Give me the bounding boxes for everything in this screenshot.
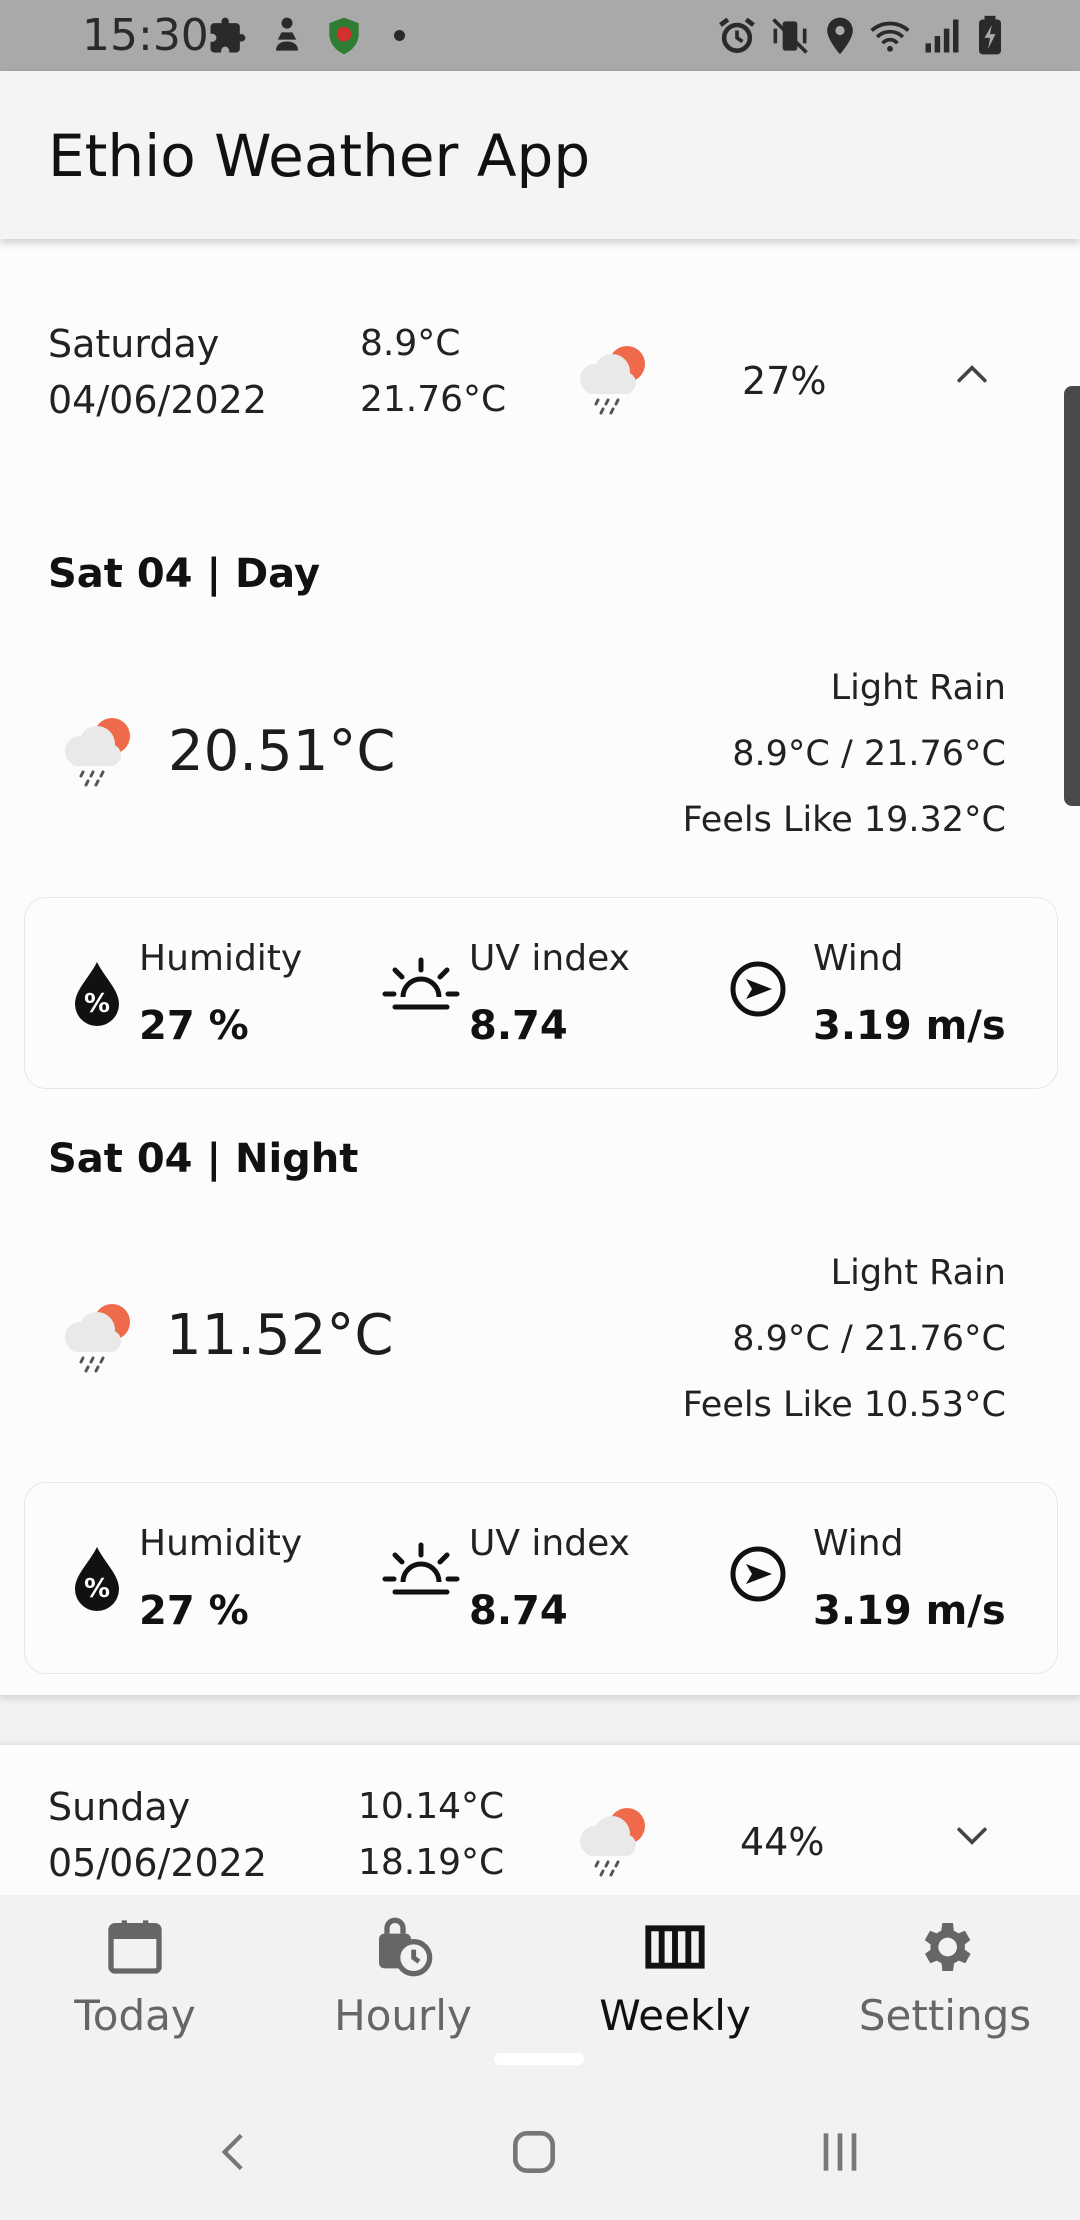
bottom-nav: Today Hourly Weekly Settings [0, 1895, 1080, 2080]
notification-dot-icon [394, 30, 405, 41]
uv-label: UV index [469, 938, 630, 979]
stats-panel-night: % Humidity 27 % UV index 8.74 Wind 3.19 … [24, 1482, 1058, 1674]
period-temp: 20.51°C [168, 719, 396, 784]
puzzle-icon [210, 17, 246, 53]
wind-value: 3.19 m/s [813, 1003, 1006, 1049]
nav-item-hourly[interactable]: Hourly [268, 1915, 538, 2040]
uv-value: 8.74 [469, 1588, 568, 1634]
period-title-night: Sat 04 | Night [48, 1136, 359, 1182]
day-date: 04/06/2022 [48, 378, 268, 422]
humidity-value: 27 % [139, 1003, 249, 1049]
shield-icon [329, 17, 359, 55]
nav-label-today: Today [74, 1991, 196, 2040]
feels-like: Feels Like 19.32°C [682, 800, 1006, 840]
status-bar: 15:30 [0, 0, 1080, 71]
wind-direction-icon [730, 961, 786, 1017]
nav-item-settings[interactable]: Settings [810, 1915, 1080, 2040]
alarm-icon [719, 17, 755, 53]
humidity-label: Humidity [139, 938, 303, 979]
wind-value: 3.19 m/s [813, 1588, 1006, 1634]
chevron-down-icon[interactable] [950, 1813, 994, 1857]
vibrate-mute-icon [772, 18, 808, 54]
rain-cloud-sun-icon [580, 346, 645, 415]
uv-value: 8.74 [469, 1003, 568, 1049]
day-name: Sunday [48, 1785, 191, 1829]
nav-label-settings: Settings [858, 1991, 1032, 2040]
condition-text: Light Rain [830, 668, 1006, 708]
day-card-expanded: Saturday 04/06/2022 8.9°C 21.76°C 27% Sa… [0, 239, 1080, 1695]
temp-range: 8.9°C / 21.76°C [732, 734, 1006, 774]
uv-label: UV index [469, 1523, 630, 1564]
humidity-value: 27 % [139, 1588, 249, 1634]
location-icon [827, 17, 853, 55]
week-columns-icon [645, 1925, 705, 1969]
day-card-header[interactable]: Saturday 04/06/2022 8.9°C 21.76°C 27% [0, 319, 1080, 449]
rain-cloud-sun-icon [65, 718, 130, 787]
day-card-collapsed[interactable]: Sunday 05/06/2022 10.14°C 18.19°C 44% [0, 1745, 1080, 1895]
wifi-icon [870, 21, 910, 52]
wind-label: Wind [813, 1523, 904, 1564]
signal-icon [925, 19, 959, 53]
day-date: 05/06/2022 [48, 1841, 268, 1885]
stats-panel-day: % Humidity 27 % UV index 8.74 Wind 3.19 … [24, 897, 1058, 1089]
day-name: Saturday [48, 322, 220, 366]
meditation-icon [276, 17, 298, 51]
temp-min: 8.9°C [360, 323, 461, 364]
app-title: Ethio Weather App [48, 122, 591, 190]
rain-cloud-sun-icon [580, 1808, 645, 1877]
period-temp: 11.52°C [166, 1303, 394, 1368]
chevron-up-icon[interactable] [950, 353, 994, 397]
period-details: Light Rain 8.9°C / 21.76°C Feels Like 10… [560, 1250, 1006, 1428]
gear-icon [924, 1923, 971, 1971]
nav-item-today[interactable]: Today [0, 1915, 270, 2040]
feels-like: Feels Like 10.53°C [682, 1385, 1006, 1425]
nav-item-weekly[interactable]: Weekly [540, 1915, 810, 2040]
rain-cloud-sun-icon [65, 1304, 130, 1373]
uv-sunrise-icon [382, 957, 460, 1010]
clock-bag-icon [379, 1917, 433, 1977]
temp-min: 10.14°C [358, 1786, 505, 1827]
wind-direction-icon [730, 1546, 786, 1602]
period-title-day: Sat 04 | Day [48, 551, 321, 597]
humidity-label: Humidity [139, 1523, 303, 1564]
calendar-icon [108, 1920, 162, 1974]
scrollbar-thumb[interactable] [1064, 386, 1080, 806]
temp-range: 8.9°C / 21.76°C [732, 1319, 1006, 1359]
humidity-drop-icon: % [75, 962, 119, 1026]
nav-label-weekly: Weekly [599, 1991, 751, 2040]
back-icon[interactable] [210, 2124, 260, 2180]
battery-charging-icon [979, 15, 1001, 55]
uv-sunrise-icon [382, 1542, 460, 1595]
humidity-drop-icon: % [75, 1547, 119, 1611]
precip-chance: 44% [740, 1820, 825, 1864]
condition-text: Light Rain [830, 1253, 1006, 1293]
temp-max: 18.19°C [358, 1842, 505, 1883]
home-icon[interactable] [506, 2124, 562, 2180]
svg-text:%: % [84, 1574, 110, 1604]
status-time: 15:30 [82, 10, 209, 61]
period-details: Light Rain 8.9°C / 21.76°C Feels Like 19… [560, 665, 1006, 843]
app-bar: Ethio Weather App [0, 71, 1080, 239]
nav-label-hourly: Hourly [334, 1991, 472, 2040]
recent-apps-icon[interactable] [812, 2124, 868, 2180]
system-nav-bar [0, 2080, 1080, 2220]
temp-max: 21.76°C [360, 379, 507, 420]
nav-active-indicator [494, 2053, 584, 2065]
precip-chance: 27% [742, 359, 827, 403]
wind-label: Wind [813, 938, 904, 979]
svg-text:%: % [84, 989, 110, 1019]
